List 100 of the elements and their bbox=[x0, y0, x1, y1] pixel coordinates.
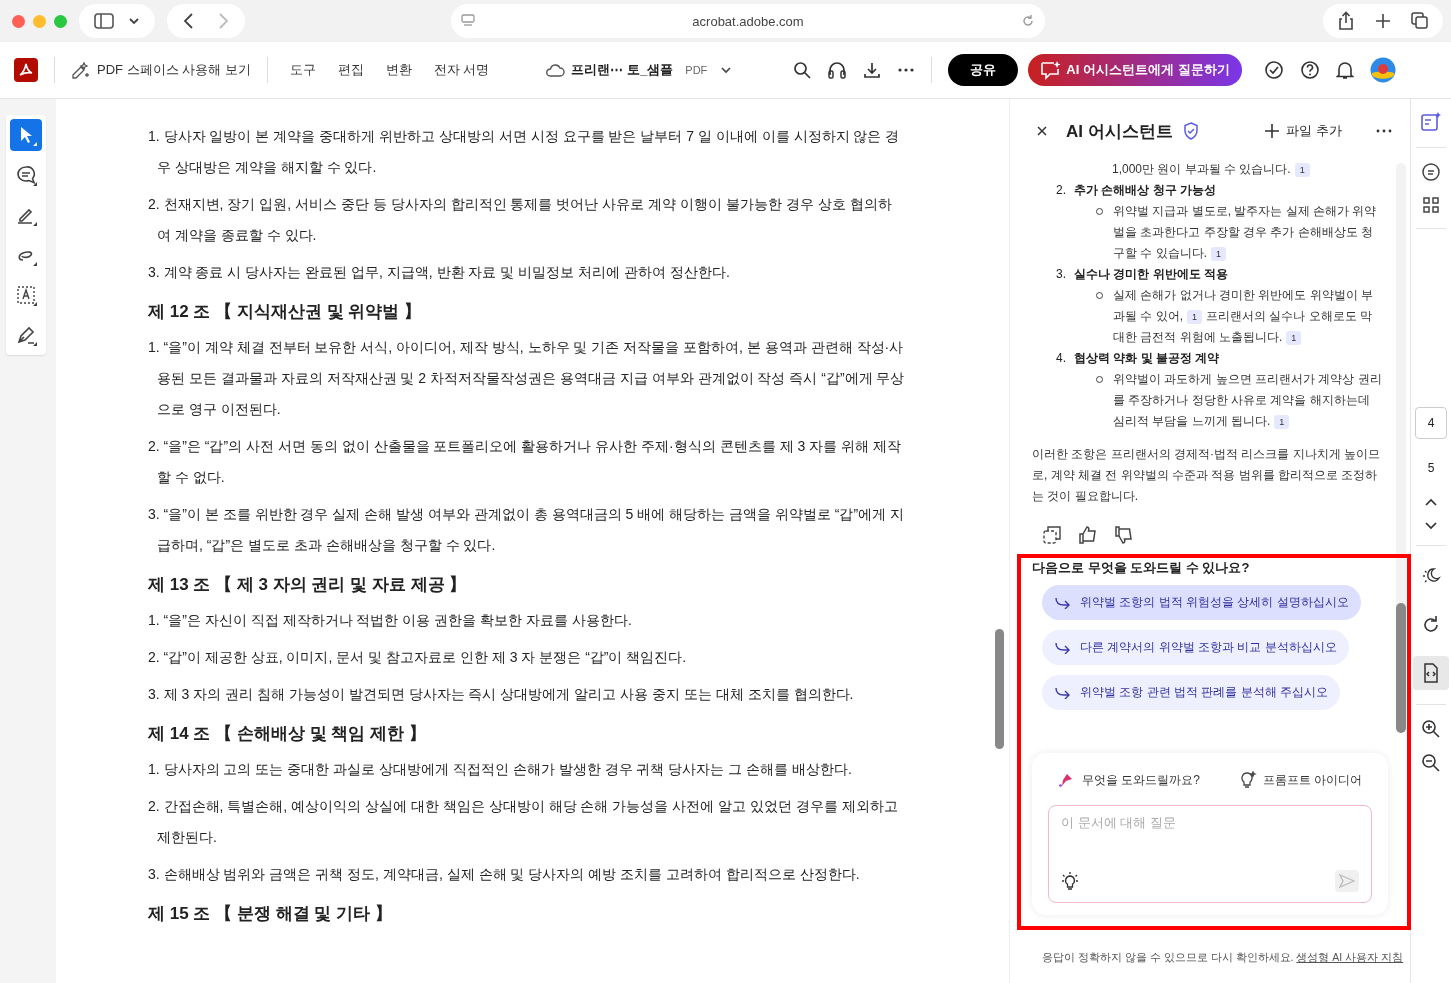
menu-item[interactable]: 편집 bbox=[331, 61, 370, 79]
cloud-icon bbox=[545, 63, 566, 77]
comment-icon[interactable] bbox=[1421, 162, 1441, 182]
clause-text: 2. 간접손해, 특별손해, 예상이익의 상실에 대한 책임은 상대방이 해당 손해 가능성을 사전에 알고 있었던 경우를 제외하고 제한된다. bbox=[148, 797, 899, 847]
ai-edit-icon[interactable] bbox=[1420, 111, 1442, 133]
prompt-ideas-button[interactable]: 프롬프트 아이디어 bbox=[1238, 771, 1362, 789]
guidelines-link[interactable]: 생성형 AI 사용자 지침 bbox=[1296, 951, 1404, 963]
suggestion-chip[interactable]: 다른 계약서의 위약벌 조항과 비교 분석하십시오 bbox=[1042, 630, 1349, 665]
clause-text: 2. 천재지변, 장기 입원, 서비스 중단 등 당사자의 합리적인 통제를 벗어난 사유로 계약 이행이 불가능한 경우 상호 협의하여 계약을 종료할 수 있다. bbox=[148, 195, 893, 245]
sparkle-icon bbox=[1058, 772, 1074, 788]
citation-badge[interactable]: 1 bbox=[1211, 247, 1227, 261]
citation-badge[interactable]: 1 bbox=[1187, 310, 1203, 324]
thumbs-down-icon[interactable] bbox=[1114, 525, 1134, 545]
suggestion-chip[interactable]: 위약벌 조항 관련 법적 판례를 분석해 주십시오 bbox=[1042, 675, 1340, 710]
zoom-out-icon[interactable] bbox=[1421, 753, 1441, 773]
tabs-icon[interactable] bbox=[1411, 12, 1429, 30]
clause-text: 1. “을”이 계약 체결 전부터 보유한 서식, 아이디어, 제작 방식, 노하우 및 기존 저작물을 포함하여, 본 용역과 관련해 작성·사용된 모든 결과물과 자료의 저작재산권 및 2 차적저작물작성권은 용역대금 지급 여부와 관계없이 작성 즉시 “갑”에게 무상으로 영구 이전된다. bbox=[148, 338, 905, 419]
list-number: 3. bbox=[1056, 266, 1066, 283]
sidebar-toggle-button[interactable] bbox=[79, 4, 155, 38]
plus-icon bbox=[1264, 123, 1281, 139]
panel-title: AI 어시스턴트 bbox=[1066, 120, 1173, 143]
page-number[interactable]: 4 bbox=[1415, 407, 1447, 439]
answer-text: 실제 손해가 없거나 경미한 위반에도 위약벌이 부과될 수 있어, 1 프리랜서의 실수나 오해로도 막대한 금전적 위험에 노출됩니다. 1 bbox=[1113, 287, 1374, 347]
chevron-up-icon[interactable] bbox=[1424, 497, 1438, 507]
more-icon[interactable] bbox=[897, 67, 916, 73]
scrollbar-thumb[interactable] bbox=[1396, 603, 1406, 733]
clause-text: 1. 당사자 일방이 본 계약을 중대하게 위반하고 상대방의 서면 시정 요구를 받은 날부터 7 일 이내에 이를 시정하지 않은 경우 상대방은 계약을 해지할 수 있다. bbox=[148, 127, 901, 177]
thumbs-up-icon[interactable] bbox=[1078, 525, 1098, 545]
citation-badge[interactable]: 1 bbox=[1294, 163, 1310, 177]
citation-badge[interactable]: 1 bbox=[1274, 415, 1290, 429]
question-field[interactable]: 이 문서에 대해 질문 bbox=[1048, 805, 1372, 903]
search-icon[interactable] bbox=[793, 61, 812, 79]
lightbulb-icon[interactable] bbox=[1061, 871, 1079, 891]
headphones-icon[interactable] bbox=[827, 61, 848, 79]
answer-text: 1,000만 원이 부과될 수 있습니다. 1 bbox=[1032, 159, 1382, 180]
suggestions-heading: 다음으로 무엇을 도와드릴 수 있나요? bbox=[1032, 559, 1251, 577]
new-tab-icon[interactable] bbox=[1375, 13, 1391, 29]
lightbulb-icon bbox=[1238, 771, 1257, 789]
menu-item[interactable]: 전자 서명 bbox=[427, 61, 496, 79]
section-heading: 제 14 조 【 손해배상 및 책임 제한 】 bbox=[148, 723, 427, 745]
send-icon bbox=[1339, 874, 1355, 888]
list-number: 2. bbox=[1056, 182, 1066, 199]
answer-heading: 실수나 경미한 위반에도 적용 bbox=[1074, 266, 1229, 283]
help-icon[interactable] bbox=[1299, 60, 1320, 80]
answer-text: 위약벌이 과도하게 높으면 프리랜서가 계약상 권리를 주장하거나 정당한 사유로 계약을 해지하는데 심리적 부담을 느끼게 됩니다. 1 bbox=[1113, 371, 1382, 431]
page-file-icon[interactable] bbox=[1413, 656, 1449, 690]
reader-icon bbox=[461, 14, 475, 28]
reply-arrow-icon bbox=[1054, 596, 1070, 609]
add-file-button[interactable]: 파일 추가 bbox=[1264, 122, 1342, 140]
scrollbar-thumb[interactable] bbox=[995, 629, 1004, 749]
chevron-down-icon bbox=[127, 16, 141, 26]
menu-item[interactable]: 변환 bbox=[379, 61, 418, 79]
magic-wand-icon bbox=[71, 61, 91, 79]
text-select-icon bbox=[15, 284, 37, 306]
section-heading: 제 13 조 【 제 3 자의 권리 및 자료 제공 】 bbox=[148, 574, 468, 596]
clause-text: 3. 계약 종료 시 당사자는 완료된 업무, 지급액, 반환 자료 및 비밀정보 처리에 관하여 정산한다. bbox=[148, 263, 731, 282]
share-icon[interactable] bbox=[1337, 11, 1355, 31]
share-button[interactable]: 공유 bbox=[948, 54, 1019, 86]
more-icon[interactable] bbox=[1376, 128, 1392, 134]
citation-badge[interactable]: 1 bbox=[1286, 331, 1302, 345]
composer-label: 무엇을 도와드릴까요? bbox=[1082, 771, 1200, 789]
page-number[interactable]: 5 bbox=[1416, 453, 1446, 483]
bell-icon[interactable] bbox=[1335, 60, 1354, 80]
close-icon[interactable] bbox=[1036, 125, 1048, 137]
reply-arrow-icon bbox=[1054, 641, 1070, 654]
close-window-button[interactable] bbox=[12, 14, 25, 28]
clause-text: 2. “을”은 “갑”의 사전 서면 동의 없이 산출물을 포트폴리오에 활용하거나 유사한 주제·형식의 콘텐츠를 제 3 자를 위해 제작할 수 없다. bbox=[148, 437, 902, 487]
answer-text: 위약벌 지급과 별도로, 발주자는 실제 손해가 위약벌을 초과한다고 주장할 경우 추가 손해배상도 청구할 수 있습니다. 1 bbox=[1113, 203, 1378, 263]
download-icon[interactable] bbox=[863, 61, 882, 79]
acrobat-logo[interactable] bbox=[14, 58, 38, 82]
suggestion-chip[interactable]: 위약벌 조항의 법적 위험성을 상세히 설명하십시오 bbox=[1042, 585, 1361, 620]
sidebar-icon bbox=[93, 12, 115, 30]
chevron-down-icon[interactable] bbox=[719, 65, 734, 75]
logo-mark-icon bbox=[18, 62, 34, 78]
comment-icon bbox=[15, 164, 37, 186]
chat-sparkle-icon bbox=[1040, 60, 1063, 80]
section-heading: 제 15 조 【 분쟁 해결 및 기타 】 bbox=[148, 903, 393, 925]
copy-icon[interactable] bbox=[1042, 525, 1062, 545]
list-number: 4. bbox=[1056, 350, 1066, 367]
clause-text: 1. “을”은 자신이 직접 제작하거나 적법한 이용 권한을 확보한 자료를 사용한다. bbox=[148, 611, 633, 630]
ask-ai-assistant-button[interactable]: AI 어시스턴트에게 질문하기 bbox=[1028, 54, 1242, 86]
menu-item[interactable]: 도구 bbox=[283, 61, 322, 79]
avatar[interactable] bbox=[1369, 57, 1396, 83]
clause-text: 1. 당사자의 고의 또는 중대한 과실로 상대방에게 직접적인 손해가 발생한 경우 귀책 당사자는 그 손해를 배상한다. bbox=[148, 760, 853, 779]
shield-check-icon bbox=[1182, 122, 1199, 140]
disclaimer-text: 응답이 정확하지 않을 수 있으므로 다시 확인하세요. 생성형 AI 사용자 지침 bbox=[1042, 951, 1405, 965]
zoom-in-icon[interactable] bbox=[1421, 719, 1441, 739]
clause-text: 3. 손해배상 범위와 금액은 귀책 정도, 계약대금, 실제 손해 및 당사자의 예방 조치를 고려하여 합리적으로 산정한다. bbox=[148, 865, 861, 884]
reload-icon[interactable] bbox=[1021, 14, 1035, 28]
check-circle-icon[interactable] bbox=[1263, 60, 1284, 80]
grid-icon[interactable] bbox=[1422, 196, 1440, 214]
pdf-spaces-button[interactable]: PDF 스페이스 사용해 보기 bbox=[71, 61, 251, 79]
address-bar[interactable]: acrobat.adobe.com bbox=[451, 4, 1045, 38]
tool-button[interactable] bbox=[10, 119, 42, 151]
chevron-down-icon[interactable] bbox=[1424, 521, 1438, 531]
file-type: PDF bbox=[685, 64, 708, 76]
clause-text: 3. “을”이 본 조를 위반한 경우 실제 손해 발생 여부와 관계없이 총 용역대금의 5 배에 해당하는 금액을 위약벌로 “갑”에게 지급하며, “갑”은 별도로 초과 손해배상을 청구할 수 있다. bbox=[148, 505, 905, 555]
answer-heading: 추가 손해배상 청구 가능성 bbox=[1074, 182, 1217, 199]
answer-heading: 협상력 약화 및 불공정 계약 bbox=[1074, 350, 1220, 367]
file-name[interactable]: 프리랜⋯ 토_샘플 bbox=[571, 61, 674, 79]
